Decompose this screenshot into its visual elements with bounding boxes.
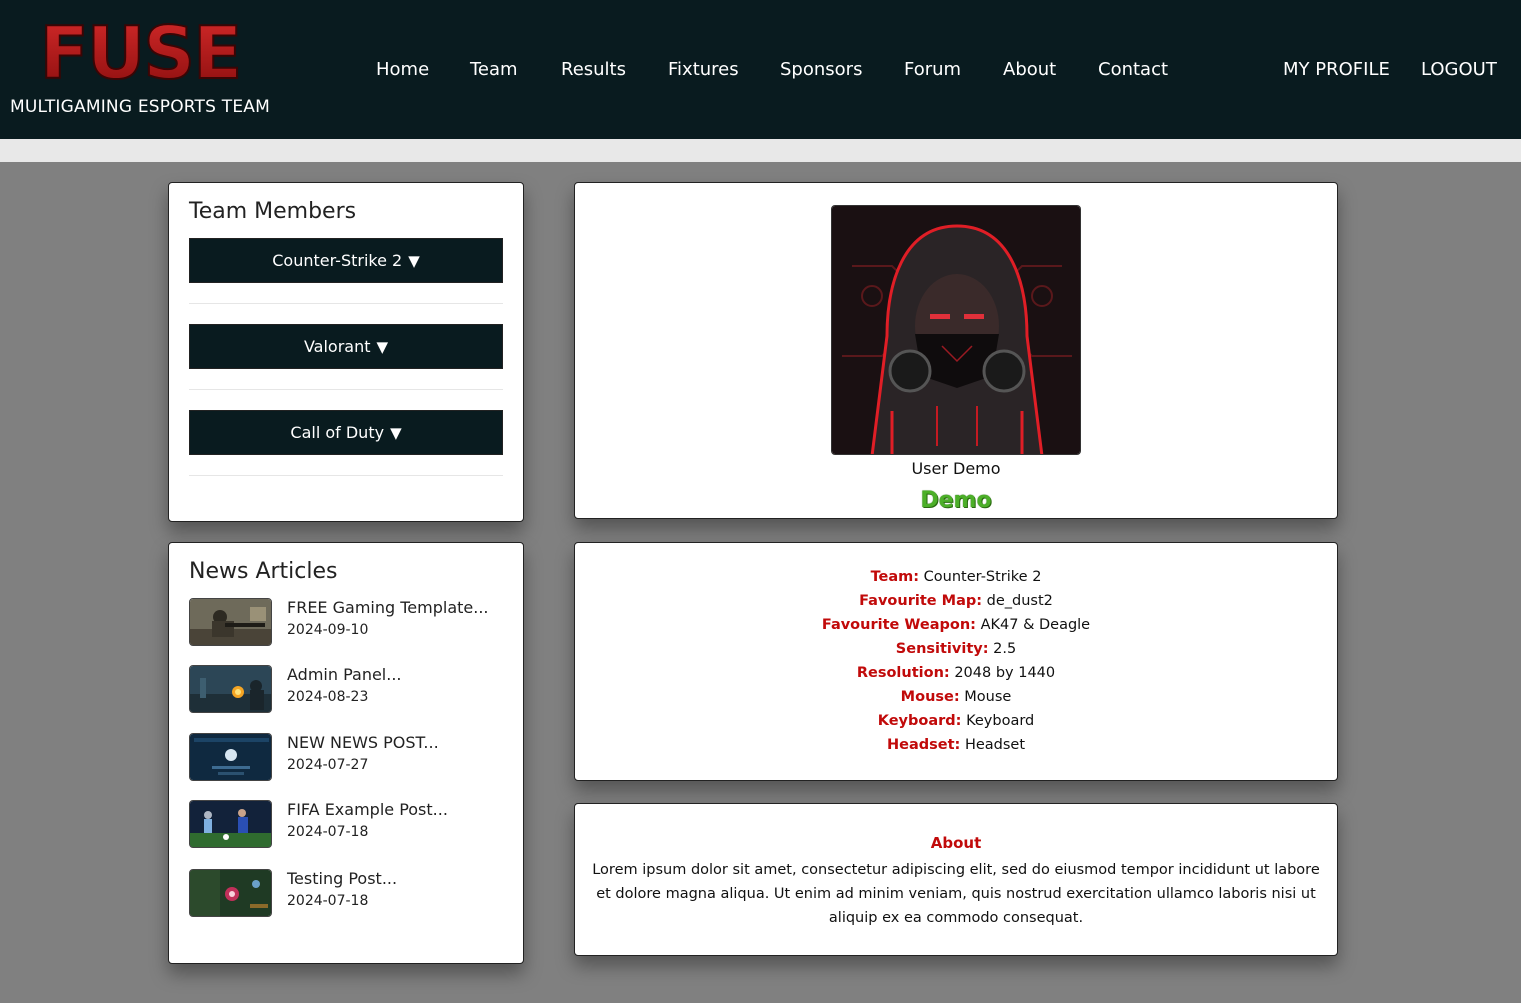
- soldier-thumbnail[interactable]: [189, 598, 272, 646]
- news-item[interactable]: Testing Post... 2024-07-18: [189, 869, 509, 919]
- dropdown-arrow-icon: ▼: [376, 337, 389, 356]
- interface-thumbnail[interactable]: [189, 733, 272, 781]
- about-card: About Lorem ipsum dolor sit amet, consec…: [574, 803, 1338, 956]
- stat-favourite-weapon: Favourite Weapon: AK47 & Deagle: [821, 617, 1091, 633]
- site-tagline: MULTIGAMING ESPORTS TEAM: [10, 97, 270, 117]
- profile-username: User Demo: [911, 459, 1001, 478]
- news-articles-card: News Articles FREE Gaming Template... 20…: [168, 542, 524, 964]
- player-stats-card: Team: Counter-Strike 2 Favourite Map: de…: [574, 542, 1338, 781]
- nav-about[interactable]: About: [1003, 59, 1056, 80]
- football-thumbnail[interactable]: [189, 800, 272, 848]
- news-item[interactable]: FIFA Example Post... 2024-07-18: [189, 800, 509, 850]
- team-members-title: Team Members: [189, 199, 357, 224]
- stat-favourite-map: Favourite Map: de_dust2: [859, 593, 1053, 609]
- nav-team[interactable]: Team: [470, 59, 518, 80]
- news-item[interactable]: Admin Panel... 2024-08-23: [189, 665, 509, 715]
- stat-headset: Headset: Headset: [886, 737, 1026, 753]
- site-header: FUSE MULTIGAMING ESPORTS TEAM Home Team …: [0, 0, 1521, 139]
- game-dropdown-cs2[interactable]: Counter-Strike 2 ▼: [189, 238, 503, 283]
- moba-thumbnail[interactable]: [189, 869, 272, 917]
- news-articles-title: News Articles: [189, 559, 338, 584]
- news-item[interactable]: FREE Gaming Template... 2024-09-10: [189, 598, 509, 648]
- nav-contact[interactable]: Contact: [1098, 59, 1168, 80]
- hooded-gamer-avatar: [831, 205, 1081, 455]
- header-divider-strip: [0, 139, 1521, 162]
- about-text: Lorem ipsum dolor sit amet, consectetur …: [592, 862, 1320, 926]
- divider: [189, 475, 503, 476]
- profile-card: User Demo Demo: [574, 182, 1338, 519]
- nav-fixtures[interactable]: Fixtures: [668, 59, 739, 80]
- divider: [189, 303, 503, 304]
- my-profile-link[interactable]: MY PROFILE: [1283, 59, 1390, 80]
- stat-resolution: Resolution: 2048 by 1440: [856, 665, 1056, 681]
- news-item[interactable]: NEW NEWS POST... 2024-07-27: [189, 733, 509, 783]
- stat-team: Team: Counter-Strike 2: [870, 569, 1042, 585]
- stat-keyboard: Keyboard: Keyboard: [877, 713, 1035, 729]
- nav-results[interactable]: Results: [561, 59, 626, 80]
- game-dropdown-valorant[interactable]: Valorant ▼: [189, 324, 503, 369]
- fuse-logo[interactable]: FUSE: [38, 18, 243, 86]
- stat-sensitivity: Sensitivity: 2.5: [895, 641, 1017, 657]
- battle-thumbnail[interactable]: [189, 665, 272, 713]
- svg-text:FUSE: FUSE: [40, 18, 241, 86]
- nav-home[interactable]: Home: [376, 59, 429, 80]
- about-title: About: [930, 834, 982, 852]
- divider: [189, 389, 503, 390]
- stat-mouse: Mouse: Mouse: [900, 689, 1012, 705]
- team-members-card: Team Members Counter-Strike 2 ▼ Valorant…: [168, 182, 524, 522]
- nav-sponsors[interactable]: Sponsors: [780, 59, 862, 80]
- dropdown-arrow-icon: ▼: [408, 251, 420, 270]
- logout-link[interactable]: LOGOUT: [1421, 59, 1497, 80]
- game-dropdown-cod[interactable]: Call of Duty ▼: [189, 410, 503, 455]
- profile-rank: Demo: [920, 488, 992, 513]
- nav-forum[interactable]: Forum: [904, 59, 961, 80]
- dropdown-arrow-icon: ▼: [390, 423, 402, 442]
